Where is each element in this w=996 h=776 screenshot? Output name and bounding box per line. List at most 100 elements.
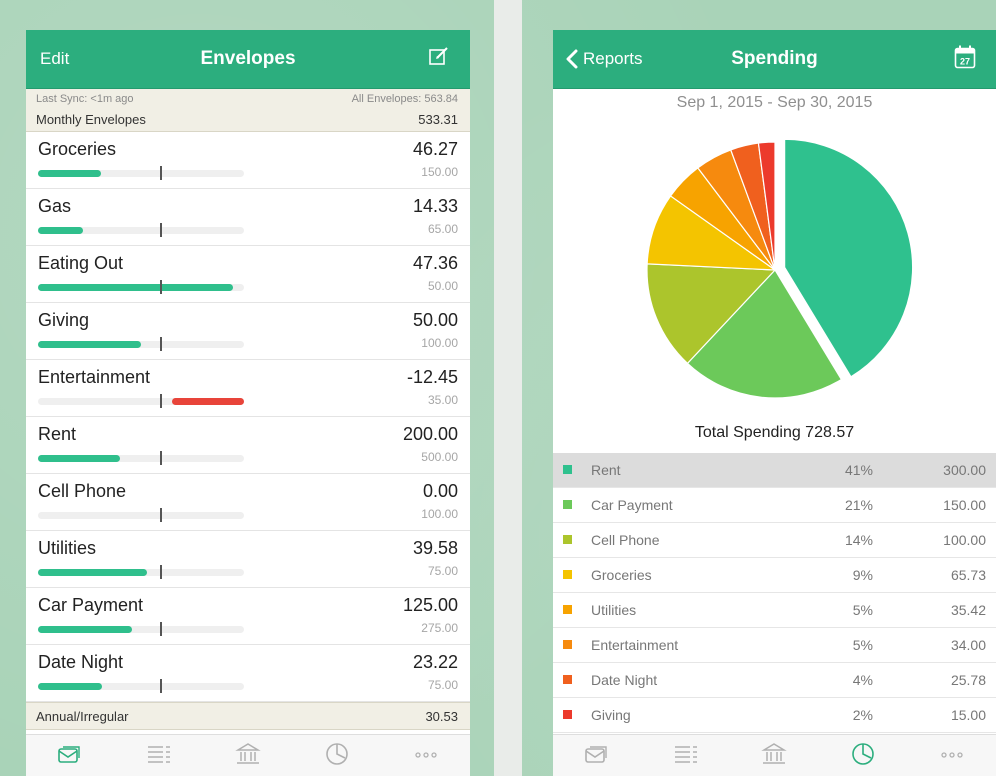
legend-swatch: [563, 465, 572, 474]
legend-label: Car Payment: [591, 497, 673, 513]
envelope-list: Groceries 46.27 150.00 Gas 14.33 65.00 Eating …: [26, 132, 470, 702]
legend-swatch: [563, 640, 572, 649]
legend-value: 150.00: [943, 497, 986, 513]
envelope-row[interactable]: Utilities 39.58 75.00: [26, 531, 470, 588]
tab-envelopes[interactable]: [575, 740, 619, 772]
legend-label: Giving: [591, 707, 631, 723]
envelope-budget: 50.00: [427, 279, 458, 293]
envelope-name: Utilities: [38, 538, 97, 558]
legend-value: 34.00: [950, 637, 986, 653]
spending-navbar: Reports Spending 27: [553, 30, 996, 89]
legend-row[interactable]: Car Payment 21% 150.00: [553, 488, 996, 523]
edit-button[interactable]: Edit: [40, 49, 69, 69]
spending-pie-chart[interactable]: [553, 122, 996, 422]
period-marker: [160, 166, 162, 180]
calendar-icon[interactable]: 27: [954, 45, 976, 74]
envelope-progress-bar: [38, 394, 244, 408]
tab-reports[interactable]: [315, 740, 359, 772]
legend-swatch: [563, 710, 572, 719]
annual-group-total: 30.53: [425, 709, 458, 724]
all-envelopes-total: All Envelopes: 563.84: [351, 93, 458, 105]
envelope-budget: 500.00: [421, 450, 458, 464]
legend-value: 25.78: [950, 672, 986, 688]
sync-header: Last Sync: <1m ago All Envelopes: 563.84…: [26, 89, 470, 132]
envelopes-icon: [57, 743, 83, 770]
more-icon: [939, 747, 965, 765]
legend-value: 100.00: [943, 532, 986, 548]
period-marker: [160, 565, 162, 579]
envelope-row[interactable]: Gas 14.33 65.00: [26, 189, 470, 246]
tab-transactions[interactable]: [137, 740, 181, 772]
screen-divider: [494, 0, 522, 776]
page-title: Envelopes: [200, 48, 296, 69]
envelope-row[interactable]: Eating Out 47.36 50.00: [26, 246, 470, 303]
back-button[interactable]: Reports: [565, 49, 643, 69]
envelope-progress-bar: [38, 280, 244, 294]
reports-icon: [324, 741, 350, 772]
legend-percent: 2%: [852, 707, 873, 723]
date-range[interactable]: Sep 1, 2015 - Sep 30, 2015: [553, 94, 996, 112]
period-marker: [160, 337, 162, 351]
period-marker: [160, 508, 162, 522]
envelope-row[interactable]: Rent 200.00 500.00: [26, 417, 470, 474]
tab-more[interactable]: [930, 740, 974, 772]
more-icon: [413, 747, 439, 765]
tab-accounts[interactable]: [752, 740, 796, 772]
period-marker: [160, 622, 162, 636]
legend-row[interactable]: Entertainment 5% 34.00: [553, 628, 996, 663]
envelope-amount: 39.58: [412, 538, 458, 558]
legend-row[interactable]: Cell Phone 14% 100.00: [553, 523, 996, 558]
envelope-amount: 47.36: [412, 253, 458, 273]
total-spending: Total Spending 728.57: [694, 424, 855, 441]
legend-swatch: [563, 500, 572, 509]
envelope-progress-bar: [38, 565, 244, 579]
envelope-budget: 65.00: [427, 222, 458, 236]
envelope-row[interactable]: Car Payment 125.00 275.00: [26, 588, 470, 645]
envelope-name: Entertainment: [38, 367, 151, 387]
compose-icon[interactable]: [428, 45, 450, 72]
legend-row[interactable]: Groceries 9% 65.73: [553, 558, 996, 593]
legend-row[interactable]: Giving 2% 15.00: [553, 698, 996, 733]
legend-row[interactable]: Utilities 5% 35.42: [553, 593, 996, 628]
envelope-name: Eating Out: [38, 253, 124, 273]
envelope-budget: 275.00: [421, 621, 458, 635]
envelope-amount: 200.00: [402, 424, 458, 444]
legend-label: Date Night: [591, 672, 658, 688]
envelope-row[interactable]: Cell Phone 0.00 100.00: [26, 474, 470, 531]
envelope-progress-fill: [38, 170, 102, 177]
back-label: Reports: [583, 49, 643, 68]
tab-reports[interactable]: [841, 740, 885, 772]
envelope-name: Rent: [38, 424, 77, 444]
spending-legend: Rent 41% 300.00 Car Payment 21% 150.00 Cell Ph…: [553, 453, 996, 733]
tab-envelopes[interactable]: [48, 740, 92, 772]
period-marker: [160, 280, 162, 294]
spending-screen: Reports Spending 27 Sep 1, 2015 - Sep 30…: [553, 30, 996, 776]
envelope-progress-bar: [38, 679, 244, 693]
envelope-budget: 100.00: [421, 336, 458, 350]
group-label: Monthly Envelopes: [36, 112, 146, 127]
accounts-icon: [761, 742, 788, 771]
envelope-amount: 50.00: [412, 310, 458, 330]
legend-percent: 5%: [852, 637, 873, 653]
envelope-row[interactable]: Entertainment -12.45 35.00: [26, 360, 470, 417]
envelope-name: Date Night: [38, 652, 124, 672]
tab-accounts[interactable]: [226, 740, 270, 772]
legend-row[interactable]: Date Night 4% 25.78: [553, 663, 996, 698]
tab-more[interactable]: [404, 740, 448, 772]
tab-transactions[interactable]: [664, 740, 708, 772]
envelopes-icon: [584, 743, 610, 770]
envelope-row[interactable]: Date Night 23.22 75.00: [26, 645, 470, 702]
envelope-amount: -12.45: [406, 367, 458, 387]
envelope-amount: 125.00: [402, 595, 458, 615]
legend-swatch: [563, 605, 572, 614]
envelope-row[interactable]: Giving 50.00 100.00: [26, 303, 470, 360]
legend-row[interactable]: Rent 41% 300.00: [553, 453, 996, 488]
envelope-progress-fill: [38, 341, 141, 348]
calendar-day: 27: [960, 57, 970, 67]
envelope-progress-bar: [38, 223, 244, 237]
legend-swatch: [563, 675, 572, 684]
envelope-progress-fill: [38, 569, 147, 576]
legend-value: 15.00: [950, 707, 986, 723]
envelope-row[interactable]: Groceries 46.27 150.00: [26, 132, 470, 189]
envelope-progress-bar: [38, 451, 244, 465]
